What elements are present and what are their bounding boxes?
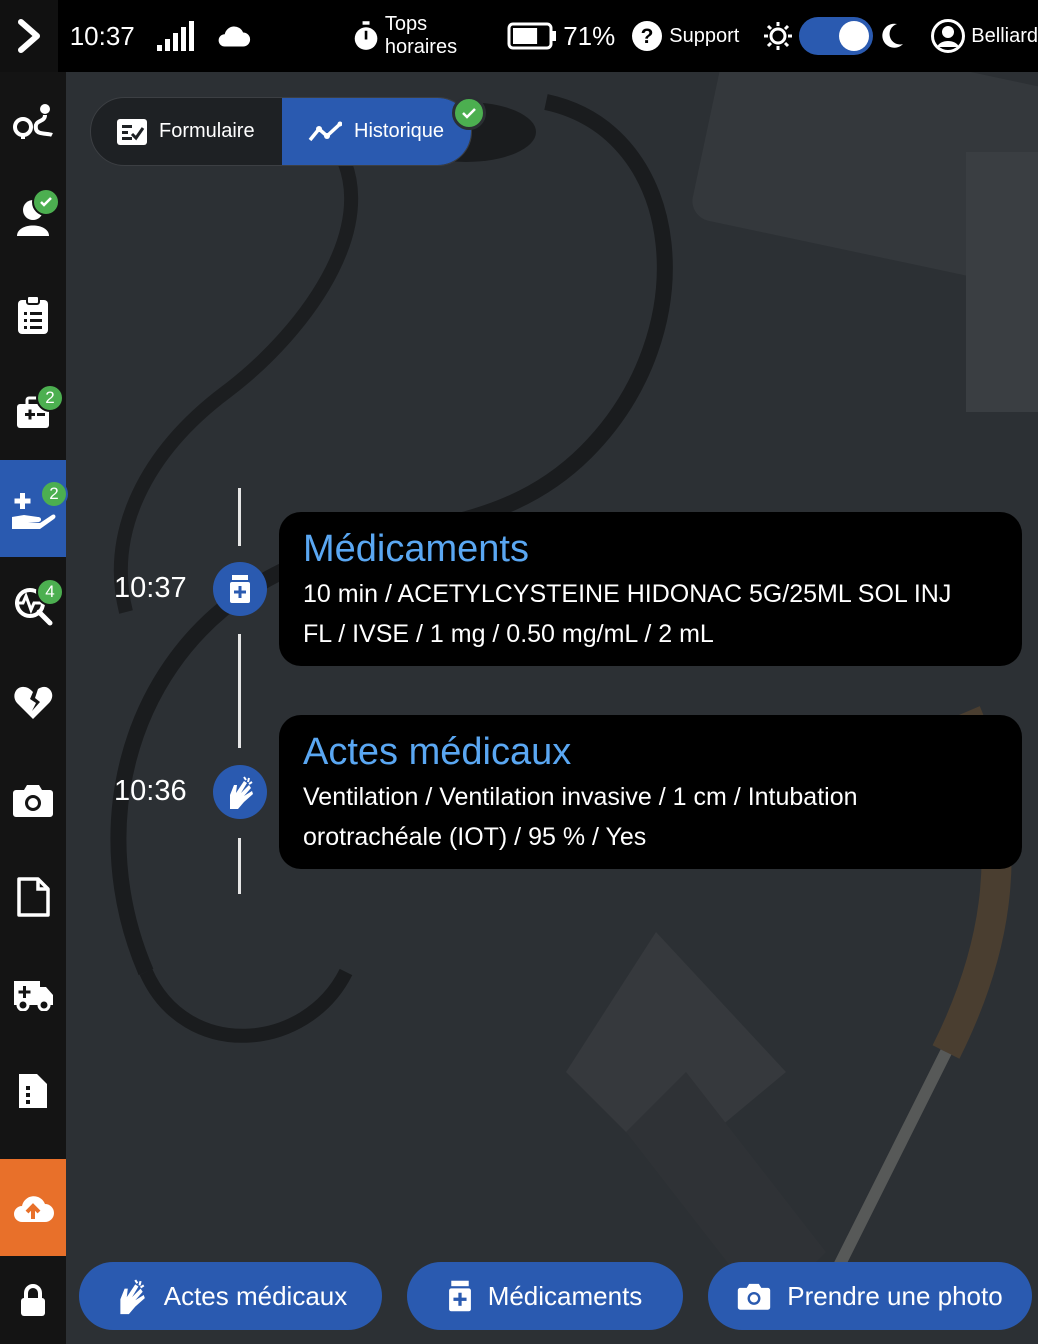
medication-icon bbox=[230, 575, 250, 603]
timeline-line bbox=[238, 634, 241, 748]
background-image bbox=[66, 72, 1038, 1344]
timeline-line bbox=[238, 488, 241, 546]
view-tabs: Formulaire Historique bbox=[90, 97, 472, 166]
theme-switch-knob bbox=[839, 21, 870, 51]
entry-detail-line: Ventilation / Ventilation invasive / 1 c… bbox=[303, 783, 858, 811]
check-icon bbox=[40, 197, 52, 207]
sidebar-item-patient[interactable] bbox=[0, 169, 66, 266]
camera-icon bbox=[738, 1283, 771, 1310]
clipboard-list-icon bbox=[18, 294, 48, 334]
broken-heart-icon bbox=[14, 686, 53, 719]
expand-menu-button[interactable] bbox=[0, 0, 58, 72]
timeline-entry-medical-act[interactable]: Actes médicaux Ventilation / Ventilation… bbox=[279, 715, 1022, 869]
document-icon bbox=[17, 876, 50, 917]
timeline-entry-medication[interactable]: Médicaments 10 min / ACETYLCYSTEINE HIDO… bbox=[279, 512, 1022, 666]
entry-title: Actes médicaux bbox=[303, 731, 572, 773]
top-bar: 10:37 Tops horaires 71% ? Support Bellia… bbox=[0, 0, 1038, 72]
svg-text:?: ? bbox=[641, 25, 654, 48]
battery-percent: 71% bbox=[563, 20, 616, 51]
entry-details: Ventilation / Ventilation invasive / 1 c… bbox=[303, 777, 998, 857]
care-count-badge: 2 bbox=[36, 384, 64, 412]
theme-toggle[interactable] bbox=[763, 17, 905, 55]
form-check-icon bbox=[117, 118, 147, 145]
clock: 10:37 bbox=[69, 20, 135, 51]
timeline-marker-medication bbox=[213, 562, 267, 616]
sidebar-item-lock[interactable] bbox=[0, 1256, 66, 1344]
sidebar-item-sync[interactable] bbox=[0, 1159, 66, 1256]
hands-icon bbox=[120, 1279, 145, 1315]
timeline-marker-medical-act bbox=[213, 765, 267, 819]
battery-icon bbox=[507, 22, 557, 50]
entry-detail-line: FL / IVSE / 1 mg / 0.50 mg/mL / 2 mL bbox=[303, 620, 714, 648]
tab-historique-label: Historique bbox=[354, 120, 445, 142]
sidebar-item-photos[interactable] bbox=[0, 751, 66, 848]
sidebar-item-assessment[interactable] bbox=[0, 266, 66, 363]
check-badge bbox=[32, 188, 60, 216]
support-button[interactable]: ? Support bbox=[631, 20, 739, 52]
file-dots-icon bbox=[19, 1073, 47, 1108]
timeline-time: 10:37 bbox=[114, 572, 187, 604]
tops-horaires-button[interactable]: Tops horaires bbox=[353, 13, 489, 59]
chevron-right-icon bbox=[17, 19, 40, 53]
sidebar-item-documents[interactable] bbox=[0, 848, 66, 945]
sidebar-item-care[interactable]: 2 bbox=[0, 363, 66, 460]
hands-icon bbox=[230, 776, 253, 809]
medication-icon bbox=[448, 1280, 471, 1312]
history-check-badge bbox=[452, 96, 486, 130]
battery-status: 71% bbox=[507, 21, 615, 52]
add-medical-act-label: Actes médicaux bbox=[163, 1280, 348, 1311]
vitals-count-badge: 4 bbox=[36, 578, 64, 606]
medical-acts-count-badge: 2 bbox=[40, 480, 68, 508]
sidebar-item-route[interactable] bbox=[0, 72, 66, 169]
help-circle-icon: ? bbox=[632, 21, 663, 51]
support-label: Support bbox=[669, 24, 740, 47]
entry-detail-line: 10 min / ACETYLCYSTEINE HIDONAC 5G/25ML … bbox=[303, 580, 952, 608]
timeline-line bbox=[238, 838, 241, 894]
take-photo-label: Prendre une photo bbox=[787, 1280, 1003, 1311]
sidebar-item-cardiac-arrest[interactable] bbox=[0, 654, 66, 751]
user-menu[interactable]: Belliard bbox=[931, 19, 1038, 53]
sidebar: 2 2 4 bbox=[0, 72, 68, 1344]
tab-formulaire[interactable]: Formulaire bbox=[91, 98, 282, 165]
timeline-time: 10:36 bbox=[114, 775, 187, 807]
line-chart-icon bbox=[308, 121, 342, 141]
take-photo-button[interactable]: Prendre une photo bbox=[708, 1262, 1032, 1330]
stopwatch-icon bbox=[354, 21, 378, 50]
cloud-icon bbox=[218, 26, 250, 47]
tops-horaires-label: Tops horaires bbox=[384, 13, 458, 58]
sidebar-item-reports[interactable] bbox=[0, 1042, 66, 1139]
entry-detail-line: orotrachéale (IOT) / 95 % / Yes bbox=[303, 823, 647, 851]
sun-icon bbox=[764, 22, 793, 50]
ambulance-icon bbox=[14, 980, 53, 1011]
route-icon bbox=[13, 103, 53, 139]
cloud-upload-icon bbox=[14, 1195, 54, 1222]
add-medical-act-button[interactable]: Actes médicaux bbox=[79, 1262, 382, 1330]
sidebar-item-vitals[interactable]: 4 bbox=[0, 557, 66, 654]
add-medication-label: Médicaments bbox=[487, 1280, 643, 1311]
user-name: Belliard bbox=[971, 24, 1038, 47]
check-icon bbox=[462, 108, 476, 119]
add-medication-button[interactable]: Médicaments bbox=[407, 1262, 683, 1330]
tab-formulaire-label: Formulaire bbox=[159, 120, 255, 142]
lock-icon bbox=[21, 1284, 45, 1316]
camera-icon bbox=[13, 784, 53, 817]
signal-icon bbox=[156, 21, 194, 51]
moon-icon bbox=[882, 23, 904, 48]
user-circle-icon bbox=[931, 19, 966, 53]
sidebar-item-transport[interactable] bbox=[0, 945, 66, 1042]
tab-historique[interactable]: Historique bbox=[282, 98, 471, 165]
theme-switch[interactable] bbox=[799, 17, 874, 55]
entry-title: Médicaments bbox=[303, 528, 529, 570]
entry-details: 10 min / ACETYLCYSTEINE HIDONAC 5G/25ML … bbox=[303, 574, 998, 654]
sidebar-item-medical-acts[interactable]: 2 bbox=[0, 460, 68, 557]
